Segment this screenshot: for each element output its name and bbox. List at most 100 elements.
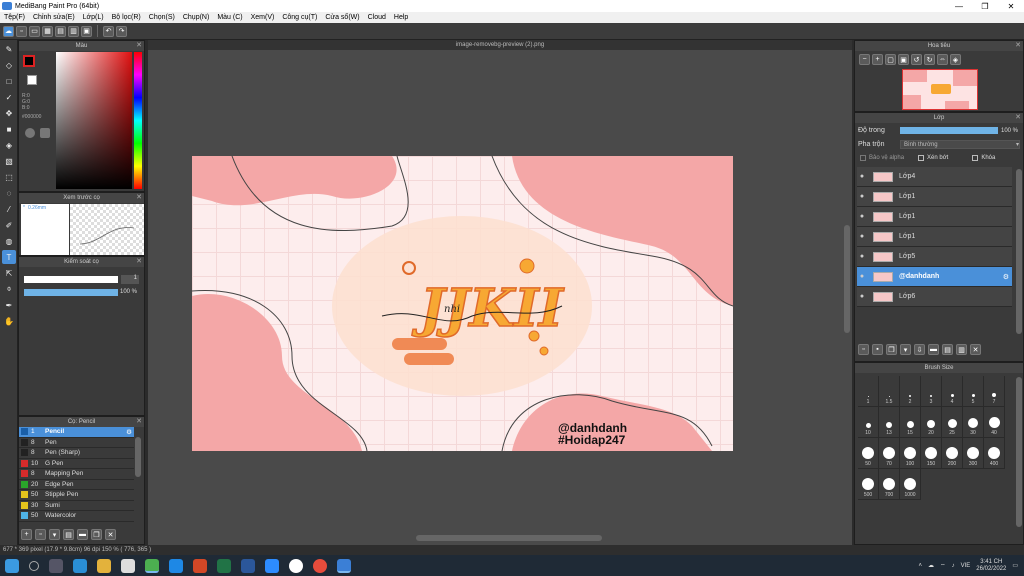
maximize-button[interactable]: ❐ xyxy=(972,0,998,12)
task-view-icon[interactable] xyxy=(49,558,63,573)
bucket-tool-icon[interactable]: ◈ xyxy=(2,138,16,152)
brush-size-slider[interactable] xyxy=(24,276,118,283)
close-button[interactable]: ✕ xyxy=(998,0,1024,12)
brush-list-item[interactable]: 8 Pen xyxy=(19,438,134,448)
brush-delete-icon[interactable]: ✕ xyxy=(105,529,116,540)
menu-capture[interactable]: Chụp(N) xyxy=(179,14,213,21)
text-tool-icon[interactable]: T xyxy=(2,250,16,264)
powerpoint-icon[interactable] xyxy=(193,558,207,573)
visibility-icon[interactable]: ● xyxy=(857,253,867,260)
palette-icon[interactable] xyxy=(25,128,35,138)
menu-cloud[interactable]: Cloud xyxy=(364,14,390,21)
duplicate-layer-icon[interactable]: ❐ xyxy=(886,344,897,355)
brush-size-option[interactable]: 20 xyxy=(921,407,942,438)
brush-list-scrollbar[interactable] xyxy=(135,437,141,477)
medibang-taskbar-icon[interactable] xyxy=(337,558,351,573)
brush-size-option[interactable]: 3 xyxy=(921,376,942,407)
brush-list-item[interactable]: 8 Mapping Pen xyxy=(19,469,134,480)
onedrive-icon[interactable]: ☁ xyxy=(928,562,934,569)
merge-down-icon[interactable]: ⇩ xyxy=(914,344,925,355)
hand-tool-icon[interactable]: ✋ xyxy=(2,314,16,328)
file-explorer-icon[interactable] xyxy=(97,558,111,573)
clipping-checkbox[interactable]: Xén bớt xyxy=(918,155,948,161)
gear-icon[interactable]: ⚙ xyxy=(126,428,132,436)
gear-icon[interactable]: ⚙ xyxy=(1003,273,1009,281)
brush-list-item[interactable]: 50 Watercolor xyxy=(19,511,134,522)
new-layer-icon[interactable]: ▫ xyxy=(858,344,869,355)
brush-size-option[interactable]: 1000 xyxy=(900,469,921,500)
tray-chevron-icon[interactable]: ˄ xyxy=(918,563,922,569)
panel-close-icon[interactable]: ✕ xyxy=(136,257,142,265)
brush-size-option[interactable]: 1.5 xyxy=(879,376,900,407)
brush-dup-icon[interactable]: ❐ xyxy=(91,529,102,540)
brush-size-option[interactable]: 25 xyxy=(942,407,963,438)
reset-view-icon[interactable]: ◈ xyxy=(950,54,961,65)
visibility-icon[interactable]: ● xyxy=(857,193,867,200)
new-halftone-layer-icon[interactable]: ▪ xyxy=(872,344,883,355)
store-icon[interactable] xyxy=(121,558,135,573)
menu-help[interactable]: Help xyxy=(390,14,412,21)
menu-layer[interactable]: Lớp(L) xyxy=(79,14,108,21)
brush-size-option[interactable]: 40 xyxy=(984,407,1005,438)
fit-icon[interactable]: ▢ xyxy=(885,54,896,65)
layout-icon[interactable]: ▥ xyxy=(68,25,79,37)
eyedropper-tool-icon[interactable]: ⌽ xyxy=(2,282,16,296)
brush-size-option[interactable]: 700 xyxy=(879,469,900,500)
add-brush-icon[interactable]: + xyxy=(21,529,32,540)
brush-size-option[interactable]: 10 xyxy=(858,407,879,438)
chat-icon[interactable]: ▭ xyxy=(29,25,40,37)
select-pen-icon[interactable]: ✐ xyxy=(2,218,16,232)
move-tool-icon[interactable]: ✥ xyxy=(2,106,16,120)
layer-row[interactable]: ● Lớp1 xyxy=(857,187,1012,207)
layer-row[interactable]: ● Lớp6 xyxy=(857,287,1012,307)
brush-list-item[interactable]: 30 Sumi xyxy=(19,501,134,511)
menu-color[interactable]: Màu (C) xyxy=(213,14,246,21)
panel-close-icon[interactable]: ✕ xyxy=(1015,113,1021,121)
word-icon[interactable] xyxy=(241,558,255,573)
panel-close-icon[interactable]: ✕ xyxy=(136,417,142,425)
layer-folder-icon[interactable]: ▬ xyxy=(928,344,939,355)
window-icon[interactable]: ▣ xyxy=(81,25,92,37)
panel-icon[interactable]: ▤ xyxy=(55,25,66,37)
flip-icon[interactable]: ⇔ xyxy=(937,54,948,65)
panel-close-icon[interactable]: ✕ xyxy=(136,193,142,201)
menu-filter[interactable]: Bộ lọc(R) xyxy=(108,14,145,21)
zoom-icon[interactable] xyxy=(265,558,279,573)
visibility-icon[interactable]: ● xyxy=(857,293,867,300)
edge-icon[interactable] xyxy=(73,558,87,573)
layer-row[interactable]: ● Lớp5 xyxy=(857,247,1012,267)
gradient-tool-icon[interactable]: ▧ xyxy=(2,154,16,168)
cloud-icon[interactable]: ☁ xyxy=(3,25,14,37)
dot-tool-icon[interactable]: ✓ xyxy=(2,90,16,104)
brush-menu-icon[interactable]: ▾ xyxy=(49,529,60,540)
clock[interactable]: 3:41 CH 26/02/2022 xyxy=(976,559,1006,573)
foreground-color-swatch[interactable] xyxy=(23,55,35,67)
menu-select[interactable]: Chọn(S) xyxy=(145,14,179,21)
layer-menu-icon[interactable]: ▾ xyxy=(900,344,911,355)
brush-tool-icon[interactable]: ✎ xyxy=(2,42,16,56)
brush-list-item[interactable]: 50 Stipple Pen xyxy=(19,490,134,501)
new-file-icon[interactable]: ▫ xyxy=(16,25,27,37)
pen-tool-icon[interactable]: ✒ xyxy=(2,298,16,312)
menu-tools[interactable]: Công cụ(T) xyxy=(278,14,321,21)
search-icon[interactable] xyxy=(29,560,39,571)
grid-icon[interactable]: ▦ xyxy=(42,25,53,37)
hue-slider[interactable] xyxy=(134,52,142,189)
operation-tool-icon[interactable]: ⇱ xyxy=(2,266,16,280)
background-color-swatch[interactable] xyxy=(27,75,37,85)
brush-list-item[interactable]: 1 Pencil ⚙ xyxy=(19,427,134,438)
brush-size-input[interactable]: 1 xyxy=(121,275,139,284)
brush-opacity-slider[interactable] xyxy=(24,289,118,296)
volume-icon[interactable]: ♪ xyxy=(952,563,955,569)
brush-size-option[interactable]: 300 xyxy=(963,438,984,469)
brush-list-item[interactable]: 20 Edge Pen xyxy=(19,480,134,490)
document-tab[interactable]: image-removebg-preview (2).png xyxy=(148,40,852,50)
new-brush-icon[interactable]: ▫ xyxy=(35,529,46,540)
visibility-icon[interactable]: ● xyxy=(857,213,867,220)
windows-start-icon[interactable] xyxy=(5,558,19,573)
layer-opacity-slider[interactable] xyxy=(900,127,998,134)
visibility-icon[interactable]: ● xyxy=(857,233,867,240)
brush-size-option[interactable]: 7 xyxy=(984,376,1005,407)
blend-mode-select[interactable]: Bình thường ▾ xyxy=(900,140,1020,149)
layer-row[interactable]: ● Lớp4 xyxy=(857,167,1012,187)
